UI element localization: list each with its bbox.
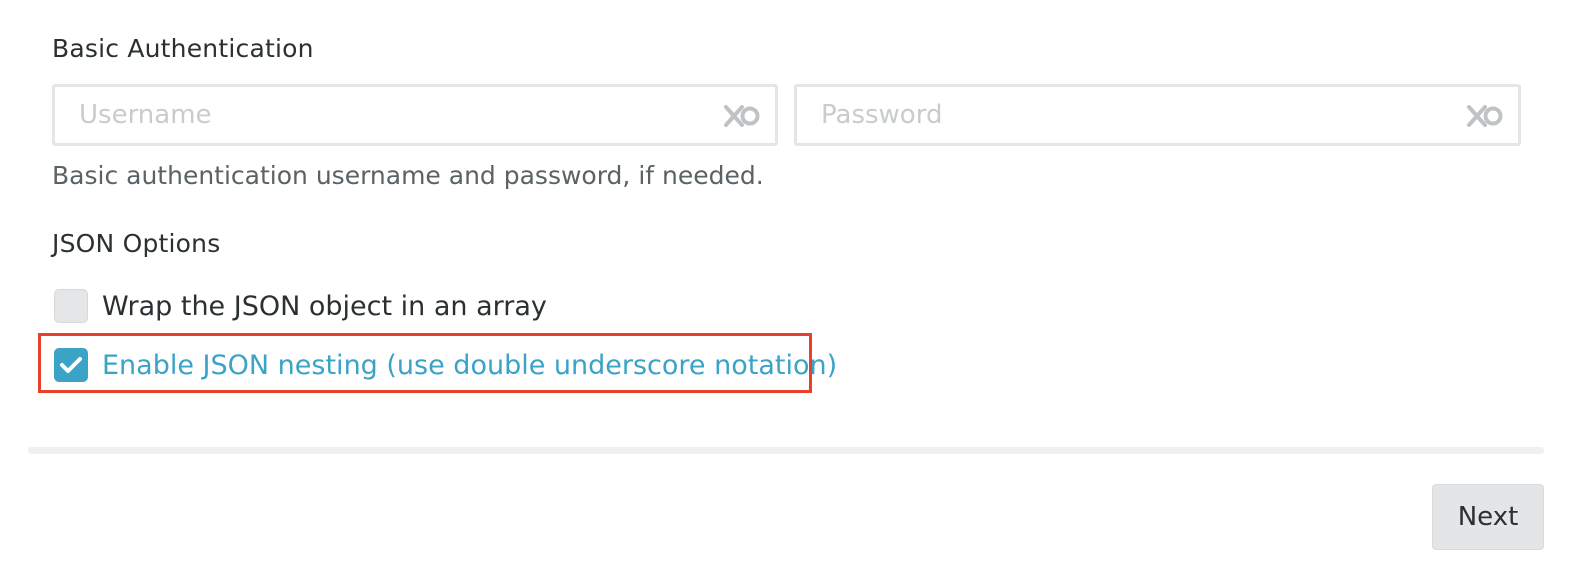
password-field[interactable] [794,84,1521,146]
wrap-array-option[interactable]: Wrap the JSON object in an array [54,286,547,326]
json-nesting-label[interactable]: Enable JSON nesting (use double undersco… [102,350,837,381]
wrap-array-checkbox[interactable] [54,289,88,323]
next-button[interactable]: Next [1432,484,1544,550]
basic-auth-help-text: Basic authentication username and passwo… [52,161,764,190]
checkmark-icon [60,357,82,373]
password-input[interactable] [821,87,1458,143]
clear-input-icon[interactable] [1466,103,1504,129]
json-nesting-option[interactable]: Enable JSON nesting (use double undersco… [54,345,837,385]
username-field[interactable] [52,84,778,146]
username-input[interactable] [79,87,715,143]
json-options-title: JSON Options [52,229,221,258]
wrap-array-label[interactable]: Wrap the JSON object in an array [102,291,547,322]
basic-auth-title: Basic Authentication [52,34,314,63]
json-nesting-checkbox[interactable] [54,348,88,382]
clear-input-icon[interactable] [723,103,761,129]
section-divider [28,447,1544,454]
